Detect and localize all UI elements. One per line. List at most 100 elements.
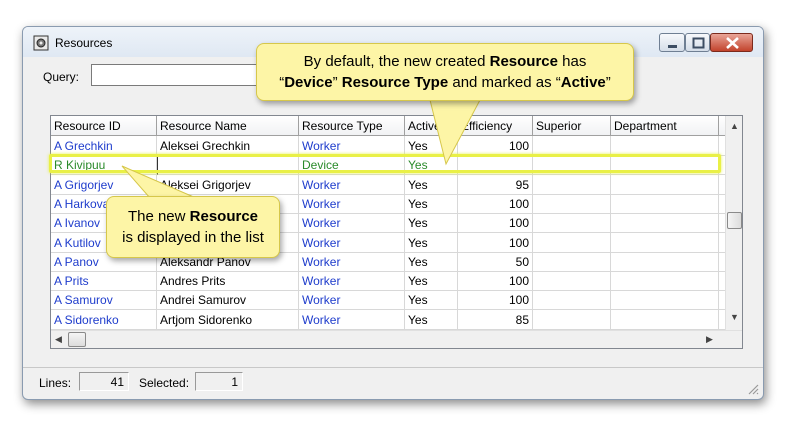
cell-active[interactable]: Yes xyxy=(405,232,458,253)
cell-active[interactable]: Yes xyxy=(405,193,458,214)
callout-text: ” xyxy=(332,74,342,91)
cell-efficiency[interactable]: 95 xyxy=(458,174,533,195)
callout-top-line-2: “Device” Resource Type and marked as “Ac… xyxy=(257,72,633,93)
cell-efficiency[interactable]: 100 xyxy=(458,271,533,292)
minimize-button[interactable] xyxy=(659,33,685,52)
cell-efficiency[interactable]: 85 xyxy=(458,309,533,330)
cell-resource-id[interactable]: A Prits xyxy=(51,271,157,292)
cell-department[interactable] xyxy=(611,213,719,234)
selected-count: 1 xyxy=(195,372,243,391)
query-label: Query: xyxy=(43,70,80,84)
cell-resource-id[interactable]: A Sidorenko xyxy=(51,309,157,330)
table-row[interactable]: R Kivipuu Device Yes xyxy=(51,155,726,176)
close-button[interactable] xyxy=(710,33,753,52)
scroll-right-icon[interactable]: ▶ xyxy=(706,334,713,345)
cell-efficiency[interactable]: 100 xyxy=(458,213,533,234)
cell-department[interactable] xyxy=(611,193,719,214)
lines-count: 41 xyxy=(79,372,129,391)
cell-resource-type[interactable]: Worker xyxy=(299,174,405,195)
column-header-resource-name[interactable]: Resource Name xyxy=(157,116,299,136)
callout-text: has xyxy=(557,53,587,70)
cell-department[interactable] xyxy=(611,155,719,176)
cell-efficiency[interactable]: 100 xyxy=(458,136,533,156)
cell-efficiency[interactable]: 100 xyxy=(458,290,533,311)
table-row[interactable]: A Grechkin Aleksei Grechkin Worker Yes 100 xyxy=(51,136,726,156)
cell-resource-name[interactable]: Andres Prits xyxy=(157,271,299,292)
cell-resource-type[interactable]: Worker xyxy=(299,232,405,253)
cell-department[interactable] xyxy=(611,271,719,292)
cell-active[interactable]: Yes xyxy=(405,136,458,156)
cell-department[interactable] xyxy=(611,174,719,195)
cell-efficiency[interactable]: 50 xyxy=(458,251,533,272)
cell-resource-type[interactable]: Worker xyxy=(299,136,405,156)
cell-resource-name[interactable]: Aleksei Grechkin xyxy=(157,136,299,156)
cell-resource-type[interactable]: Worker xyxy=(299,309,405,330)
column-header-department[interactable]: Department xyxy=(611,116,719,136)
horizontal-scrollbar[interactable]: ◀ ▶ xyxy=(51,330,742,348)
vertical-scrollbar[interactable]: ▲ ▼ xyxy=(725,116,742,330)
horizontal-scroll-thumb[interactable] xyxy=(68,332,86,347)
cell-superior[interactable] xyxy=(533,193,611,214)
cell-active[interactable]: Yes xyxy=(405,155,458,176)
minimize-icon xyxy=(668,45,677,48)
cell-active[interactable]: Yes xyxy=(405,290,458,311)
column-header-resource-type[interactable]: Resource Type xyxy=(299,116,405,136)
cell-superior[interactable] xyxy=(533,174,611,195)
cell-efficiency[interactable]: 100 xyxy=(458,193,533,214)
vertical-scroll-thumb[interactable] xyxy=(727,212,742,229)
scroll-left-icon[interactable]: ◀ xyxy=(55,334,62,345)
cell-resource-id[interactable]: A Samurov xyxy=(51,290,157,311)
cell-resource-name[interactable]: Andrei Samurov xyxy=(157,290,299,311)
cell-resource-id[interactable]: R Kivipuu xyxy=(51,155,157,176)
maximize-icon xyxy=(692,37,705,49)
cell-active[interactable]: Yes xyxy=(405,174,458,195)
cell-efficiency[interactable] xyxy=(458,155,533,176)
cell-resource-type[interactable]: Worker xyxy=(299,193,405,214)
cell-resource-type[interactable]: Worker xyxy=(299,271,405,292)
column-header-efficiency[interactable]: Efficiency xyxy=(458,116,533,136)
callout-left-line-1: The new Resource xyxy=(107,206,279,227)
table-row[interactable]: A Prits Andres Prits Worker Yes 100 xyxy=(51,271,726,292)
cell-resource-type[interactable]: Device xyxy=(299,155,405,176)
cell-superior[interactable] xyxy=(533,290,611,311)
cell-resource-id[interactable]: A Grechkin xyxy=(51,136,157,156)
cell-superior[interactable] xyxy=(533,155,611,176)
scroll-up-icon[interactable]: ▲ xyxy=(730,121,739,131)
table-row[interactable]: A Sidorenko Artjom Sidorenko Worker Yes 85 xyxy=(51,309,726,330)
maximize-button[interactable] xyxy=(685,33,710,52)
cell-superior[interactable] xyxy=(533,251,611,272)
cell-active[interactable]: Yes xyxy=(405,213,458,234)
table-row[interactable]: A Samurov Andrei Samurov Worker Yes 100 xyxy=(51,290,726,311)
cell-resource-type[interactable]: Worker xyxy=(299,251,405,272)
callout-text: ” xyxy=(605,74,611,91)
column-header-resource-id[interactable]: Resource ID xyxy=(51,116,157,136)
cell-active[interactable]: Yes xyxy=(405,251,458,272)
cell-department[interactable] xyxy=(611,251,719,272)
column-header-active[interactable]: Active xyxy=(405,116,458,136)
cell-superior[interactable] xyxy=(533,232,611,253)
callout-top-line-1: By default, the new created Resource has xyxy=(257,51,633,72)
callout-bold-text: Device xyxy=(284,74,333,91)
cell-resource-id[interactable]: A Grigorjev xyxy=(51,174,157,195)
cell-superior[interactable] xyxy=(533,309,611,330)
callout-bold-text: Resource xyxy=(189,208,259,225)
scroll-down-icon[interactable]: ▼ xyxy=(730,312,739,322)
cell-superior[interactable] xyxy=(533,136,611,156)
cell-superior[interactable] xyxy=(533,213,611,234)
cell-active[interactable]: Yes xyxy=(405,309,458,330)
cell-department[interactable] xyxy=(611,232,719,253)
table-row[interactable]: A Grigorjev Aleksei Grigorjev Worker Yes 95 xyxy=(51,174,726,195)
cell-resource-name[interactable] xyxy=(157,155,299,176)
cell-resource-name[interactable]: Aleksei Grigorjev xyxy=(157,174,299,195)
cell-department[interactable] xyxy=(611,136,719,156)
cell-resource-name[interactable]: Artjom Sidorenko xyxy=(157,309,299,330)
cell-department[interactable] xyxy=(611,309,719,330)
resize-grip-icon[interactable] xyxy=(747,383,759,395)
cell-efficiency[interactable]: 100 xyxy=(458,232,533,253)
cell-resource-type[interactable]: Worker xyxy=(299,213,405,234)
cell-active[interactable]: Yes xyxy=(405,271,458,292)
cell-department[interactable] xyxy=(611,290,719,311)
cell-superior[interactable] xyxy=(533,271,611,292)
cell-resource-type[interactable]: Worker xyxy=(299,290,405,311)
column-header-superior[interactable]: Superior xyxy=(533,116,611,136)
